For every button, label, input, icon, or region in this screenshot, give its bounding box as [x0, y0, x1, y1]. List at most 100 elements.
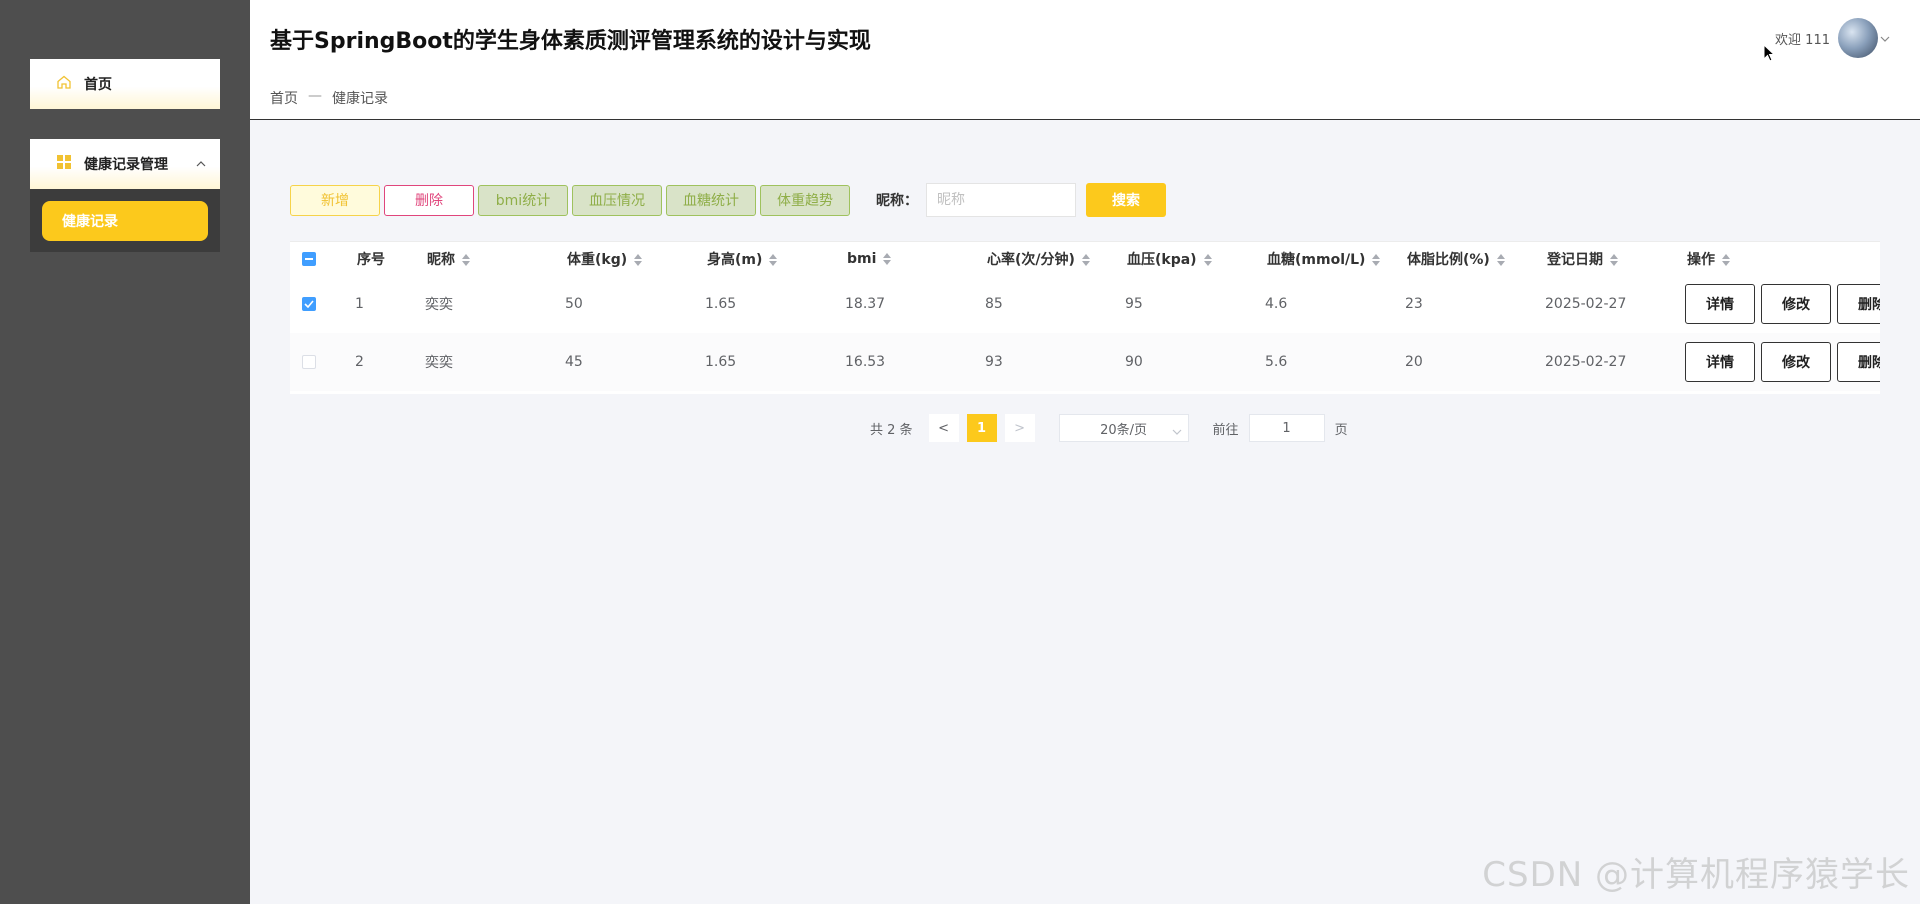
- cell-body-fat: 20: [1405, 354, 1423, 370]
- column-header-nickname-label: 昵称: [427, 251, 455, 268]
- column-header-date[interactable]: 登记日期: [1547, 249, 1619, 269]
- column-header-date-label: 登记日期: [1547, 251, 1603, 268]
- page-number-button[interactable]: 1: [966, 414, 997, 442]
- health-record-table: 序号 昵称 体重(kg) 身高(m) bmi 心率(次/分钟) 血压(kpa) …: [290, 241, 1880, 394]
- column-header-blood-sugar[interactable]: 血糖(mmol/L): [1267, 249, 1381, 269]
- column-header-body-fat[interactable]: 体脂比例(%): [1407, 249, 1506, 269]
- header: 基于SpringBoot的学生身体素质测评管理系统的设计与实现 首页 — 健康记…: [250, 0, 1920, 120]
- breadcrumb-home[interactable]: 首页: [270, 88, 298, 108]
- cell-bmi: 18.37: [845, 296, 886, 312]
- sort-icon[interactable]: [633, 253, 643, 266]
- blood-sugar-button[interactable]: 血糖统计: [666, 184, 756, 216]
- row-checkbox[interactable]: [302, 355, 316, 369]
- cell-no: 2: [355, 354, 364, 370]
- column-header-blood-pressure[interactable]: 血压(kpa): [1127, 249, 1213, 269]
- search-label: 昵称：: [876, 193, 918, 209]
- column-header-no: 序号: [357, 251, 385, 268]
- delete-button[interactable]: 删除: [384, 184, 474, 216]
- sort-icon[interactable]: [1721, 253, 1731, 266]
- sort-icon[interactable]: [1371, 253, 1381, 266]
- cell-date: 2025-02-27: [1545, 296, 1627, 312]
- cell-nickname: 奕奕: [425, 297, 453, 313]
- column-header-actions[interactable]: 操作: [1687, 249, 1731, 269]
- row-checkbox[interactable]: [302, 297, 316, 311]
- cell-date: 2025-02-27: [1545, 354, 1627, 370]
- bmi-stats-button[interactable]: bmi统计: [478, 184, 568, 216]
- table-row: 1 奕奕 50 1.65 18.37 85 95 4.6 23 2025-02-…: [290, 275, 1880, 333]
- cell-blood-pressure: 90: [1125, 354, 1143, 370]
- column-header-bmi[interactable]: bmi: [847, 251, 892, 267]
- row-delete-button[interactable]: 删除: [1837, 284, 1880, 324]
- column-header-heart-rate-label: 心率(次/分钟): [987, 251, 1075, 268]
- breadcrumb-separator: —: [308, 88, 322, 104]
- chevron-down-icon: [1172, 424, 1182, 439]
- cell-weight: 50: [565, 296, 583, 312]
- pagination-total: 共 2 条: [870, 422, 913, 438]
- chevron-down-icon[interactable]: [1880, 30, 1890, 46]
- sidebar-item-home-label: 首页: [84, 77, 112, 93]
- edit-button[interactable]: 修改: [1761, 342, 1831, 382]
- next-page-button[interactable]: >: [1004, 414, 1035, 442]
- sidebar-group-label: 健康记录管理: [84, 157, 168, 173]
- breadcrumb-current: 健康记录: [332, 91, 388, 107]
- row-delete-button[interactable]: 删除: [1837, 342, 1880, 382]
- column-header-height[interactable]: 身高(m): [707, 249, 778, 269]
- cell-no: 1: [355, 296, 364, 312]
- table-row: 2 奕奕 45 1.65 16.53 93 90 5.6 20 2025-02-…: [290, 333, 1880, 391]
- detail-button[interactable]: 详情: [1685, 342, 1755, 382]
- column-header-nickname[interactable]: 昵称: [427, 249, 471, 269]
- column-header-sugar-label: 血糖(mmol/L): [1267, 251, 1366, 268]
- sidebar-item-health-record[interactable]: 健康记录: [42, 201, 208, 241]
- sort-icon[interactable]: [1203, 253, 1213, 266]
- blood-pressure-button[interactable]: 血压情况: [572, 184, 662, 216]
- app-title: 基于SpringBoot的学生身体素质测评管理系统的设计与实现: [270, 29, 871, 54]
- cell-height: 1.65: [705, 354, 737, 370]
- column-header-bp-label: 血压(kpa): [1127, 251, 1197, 268]
- select-all-checkbox[interactable]: [302, 252, 316, 266]
- column-header-heart-rate[interactable]: 心率(次/分钟): [987, 249, 1091, 269]
- sort-icon[interactable]: [1081, 253, 1091, 266]
- sort-icon[interactable]: [1609, 253, 1619, 266]
- sidebar: 首页 健康记录管理 健康记录: [0, 0, 250, 904]
- add-button[interactable]: 新增: [290, 184, 380, 216]
- page-size-select[interactable]: 20条/页: [1058, 414, 1189, 442]
- avatar[interactable]: [1838, 18, 1878, 58]
- cell-blood-sugar: 4.6: [1265, 296, 1288, 312]
- sidebar-item-home[interactable]: 首页: [30, 59, 220, 109]
- column-header-height-label: 身高(m): [707, 251, 763, 268]
- table-header-row: 序号 昵称 体重(kg) 身高(m) bmi 心率(次/分钟) 血压(kpa) …: [290, 242, 1880, 275]
- weight-trend-button[interactable]: 体重趋势: [760, 184, 850, 216]
- sort-icon[interactable]: [882, 252, 892, 265]
- cell-body-fat: 23: [1405, 296, 1423, 312]
- sort-icon[interactable]: [461, 253, 471, 266]
- cell-blood-sugar: 5.6: [1265, 354, 1288, 370]
- watermark: CSDN @计算机程序猿学长: [1482, 855, 1910, 895]
- sidebar-submenu: 健康记录: [30, 189, 220, 252]
- cell-height: 1.65: [705, 296, 737, 312]
- sort-icon[interactable]: [1496, 253, 1506, 266]
- nickname-search-input[interactable]: [926, 183, 1076, 217]
- goto-label: 前往: [1212, 422, 1239, 438]
- sort-icon[interactable]: [768, 253, 778, 266]
- sidebar-item-health-record-label: 健康记录: [62, 214, 118, 230]
- edit-button[interactable]: 修改: [1761, 284, 1831, 324]
- welcome-text: 欢迎 111: [1775, 32, 1830, 48]
- pagination: 共 2 条 < 1 > 20条/页 前往 页: [870, 414, 1348, 442]
- page-suffix-label: 页: [1334, 422, 1348, 438]
- sidebar-group-health-records[interactable]: 健康记录管理: [30, 139, 220, 189]
- cell-bmi: 16.53: [845, 354, 886, 370]
- column-header-weight-label: 体重(kg): [567, 251, 628, 268]
- goto-page-input[interactable]: [1248, 414, 1325, 442]
- column-header-actions-label: 操作: [1687, 251, 1715, 268]
- column-header-weight[interactable]: 体重(kg): [567, 249, 643, 269]
- cell-blood-pressure: 95: [1125, 296, 1143, 312]
- home-icon: [56, 74, 72, 94]
- mouse-cursor-icon: [1763, 43, 1776, 66]
- page-size-value: 20条/页: [1100, 422, 1148, 438]
- prev-page-button[interactable]: <: [928, 414, 959, 442]
- search-button[interactable]: 搜索: [1086, 183, 1166, 217]
- user-menu[interactable]: 欢迎 111: [1775, 18, 1890, 58]
- detail-button[interactable]: 详情: [1685, 284, 1755, 324]
- chevron-up-icon[interactable]: [194, 157, 208, 171]
- cell-weight: 45: [565, 354, 583, 370]
